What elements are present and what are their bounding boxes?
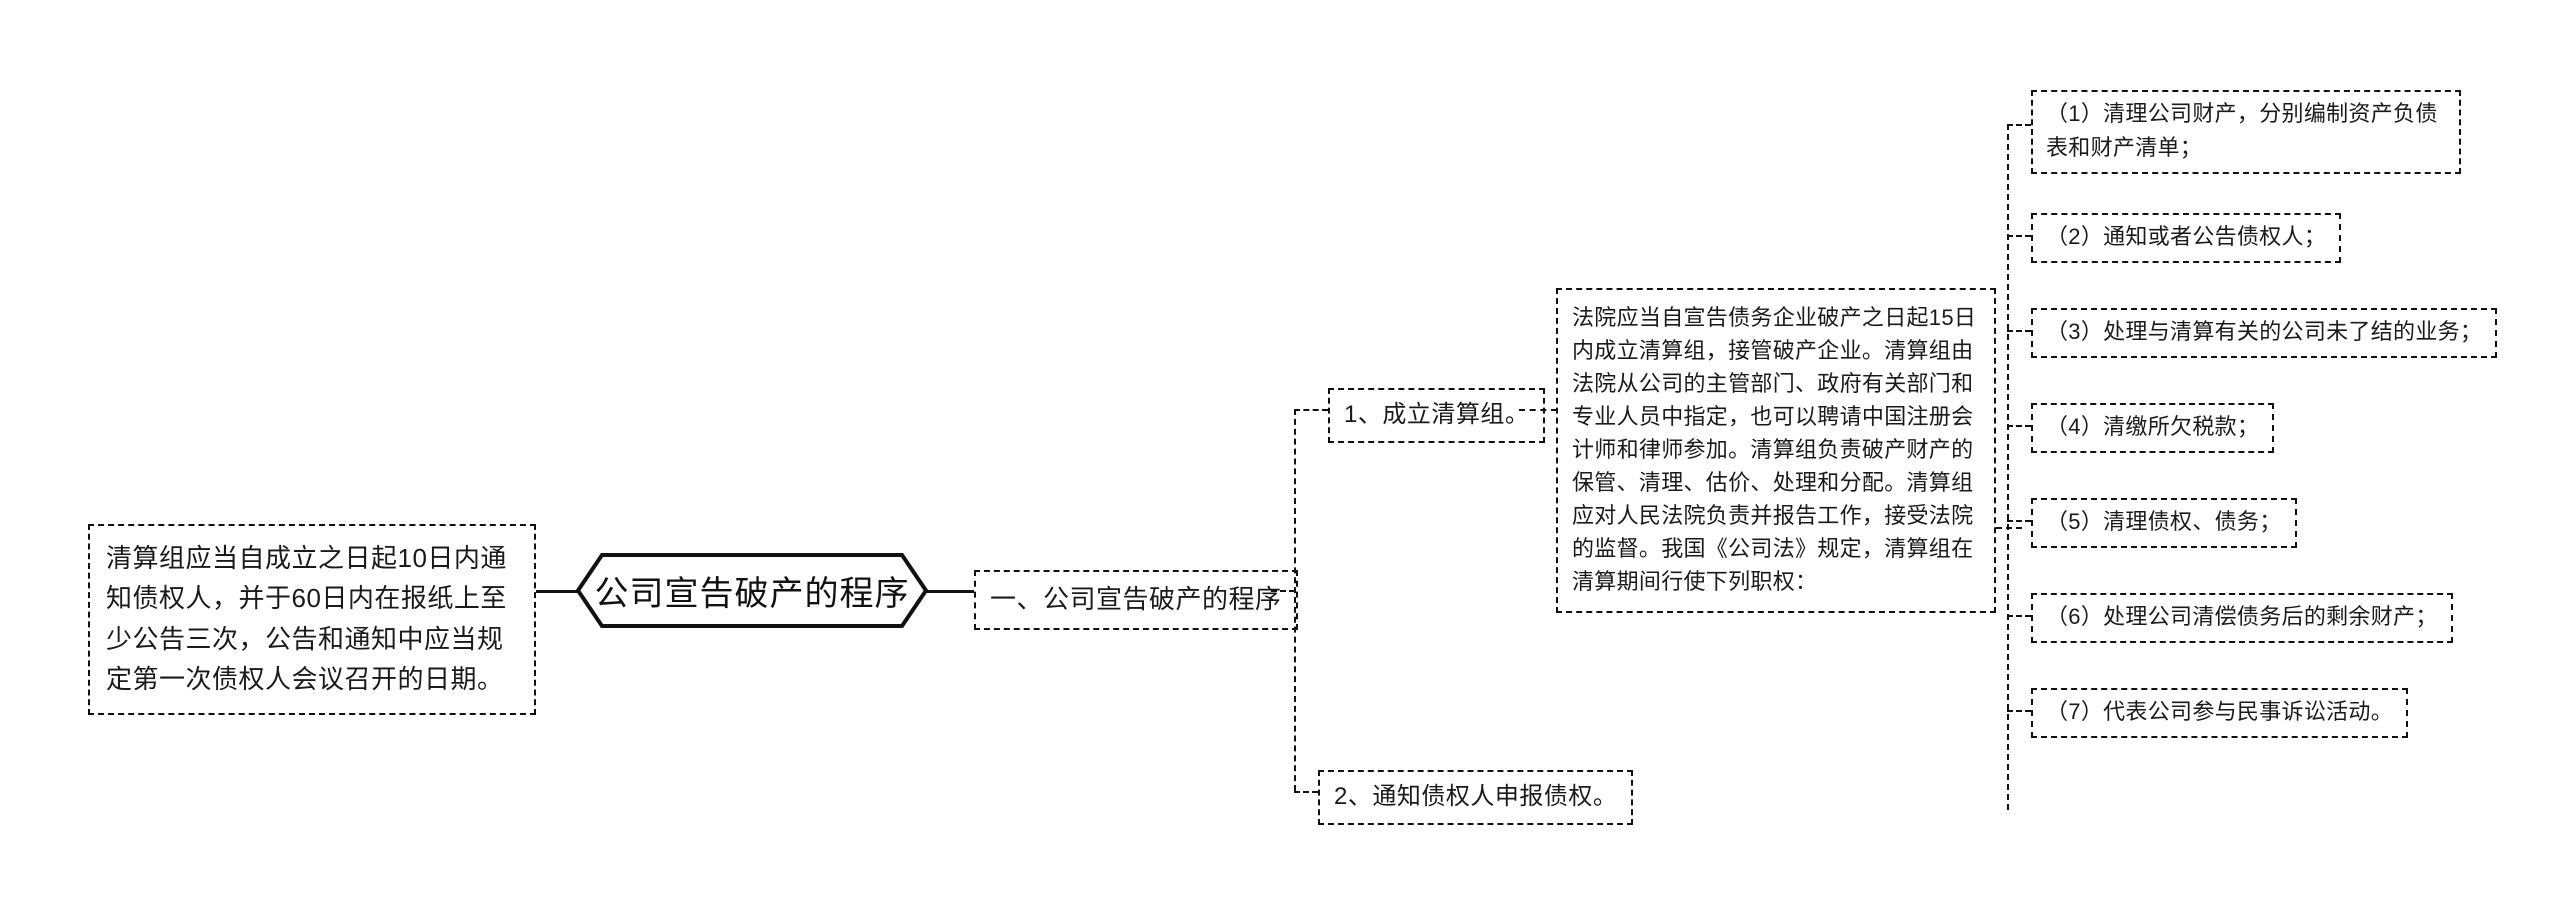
connector-level2-stub-2 xyxy=(1294,791,1318,793)
connector-duty-stub-1 xyxy=(2007,124,2031,126)
duty-item-5[interactable]: （5）清理债权、债务； xyxy=(2031,498,2297,549)
level2-node-1[interactable]: 1、成立清算组。 xyxy=(1328,388,1546,444)
connector-left-to-root xyxy=(536,590,578,593)
connector-root-to-level1 xyxy=(926,590,976,593)
connector-level1-stem xyxy=(1271,590,1295,592)
duty-item-3[interactable]: （3）处理与清算有关的公司未了结的业务； xyxy=(2031,308,2498,359)
root-node[interactable]: 公司宣告破产的程序 xyxy=(575,553,929,628)
connector-duty-stub-6 xyxy=(2007,615,2031,617)
left-detail-node[interactable]: 清算组应当自成立之日起10日内通知债权人，并于60日内在报纸上至少公告三次，公告… xyxy=(88,524,536,716)
connector-level2-to-paragraph xyxy=(1519,409,1557,411)
connector-level2-stub-1 xyxy=(1294,409,1328,411)
detail-paragraph-node[interactable]: 法院应当自宣告债务企业破产之日起15日内成立清算组，接管破产企业。清算组由法院从… xyxy=(1556,288,1996,613)
duty-item-4[interactable]: （4）清缴所欠税款； xyxy=(2031,403,2275,454)
connector-level1-spine xyxy=(1294,409,1296,791)
connector-duty-stub-5 xyxy=(2007,520,2031,522)
level1-node[interactable]: 一、公司宣告破产的程序 xyxy=(974,570,1298,631)
duty-item-7[interactable]: （7）代表公司参与民事诉讼活动。 xyxy=(2031,688,2409,739)
connector-paragraph-stem xyxy=(1996,527,2022,529)
duty-item-6[interactable]: （6）处理公司清偿债务后的剩余财产； xyxy=(2031,593,2453,644)
level2-node-2[interactable]: 2、通知债权人申报债权。 xyxy=(1318,770,1634,826)
duty-item-2[interactable]: （2）通知或者公告债权人； xyxy=(2031,213,2342,264)
hexagon-shape xyxy=(575,553,929,628)
connector-duty-stub-4 xyxy=(2007,425,2031,427)
connector-duty-stub-2 xyxy=(2007,235,2031,237)
connector-duty-stub-3 xyxy=(2007,330,2031,332)
connector-duty-stub-7 xyxy=(2007,710,2031,712)
mindmap-canvas: 清算组应当自成立之日起10日内通知债权人，并于60日内在报纸上至少公告三次，公告… xyxy=(0,0,2560,903)
connector-duties-spine xyxy=(2007,124,2009,810)
duty-item-1[interactable]: （1）清理公司财产，分别编制资产负债表和财产清单； xyxy=(2031,90,2461,175)
